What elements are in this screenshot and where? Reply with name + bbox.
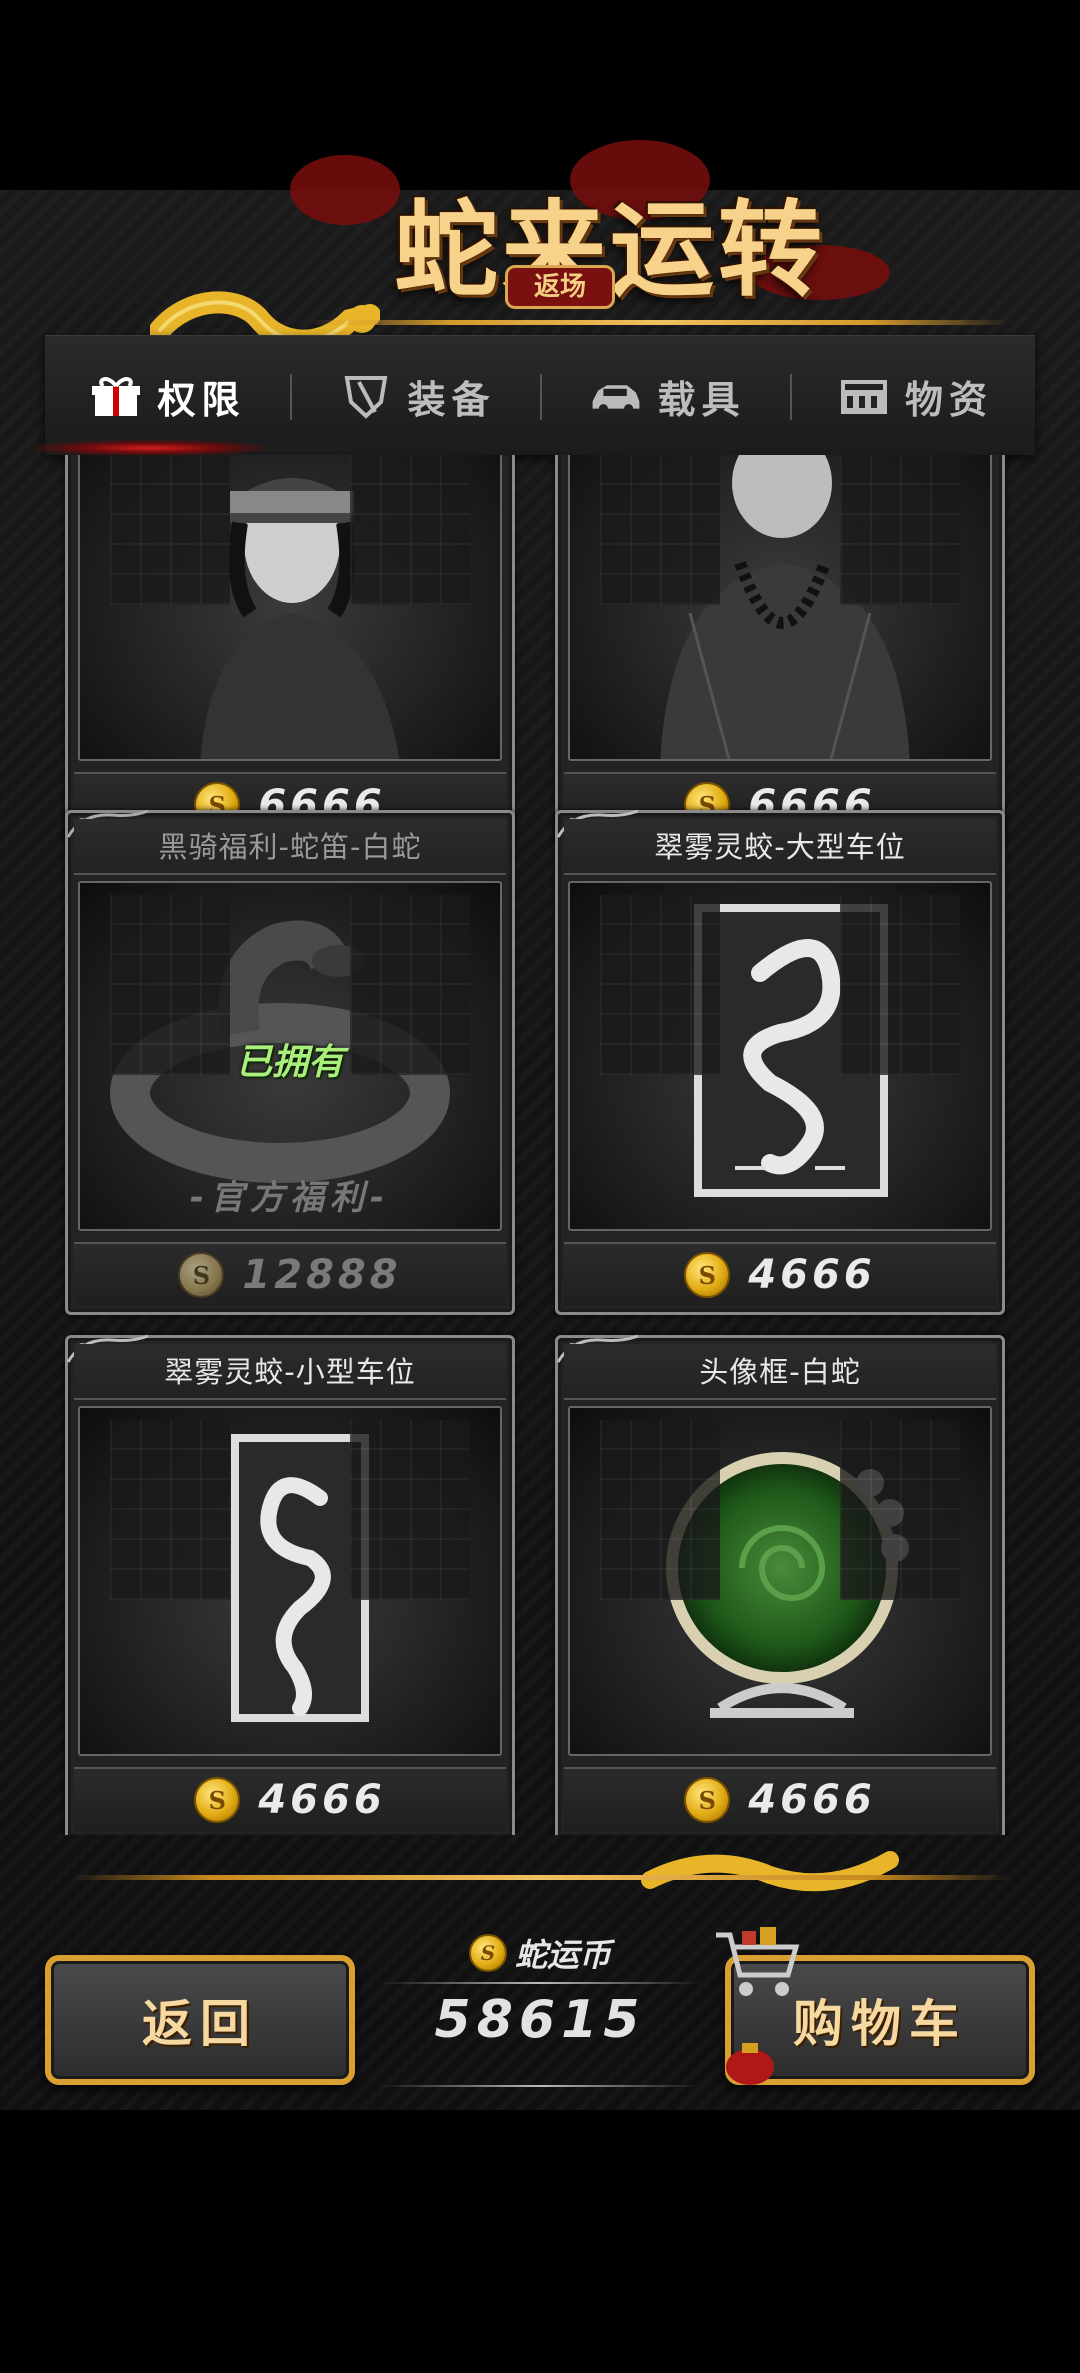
item-image-snake-card-small — [78, 1406, 502, 1756]
item-image-jade-frame — [568, 1406, 992, 1756]
item-image-coiled-snake: 已拥有 -官方福利- — [78, 881, 502, 1231]
coin-icon — [684, 1777, 731, 1823]
currency-label: 蛇运币 — [514, 1936, 611, 1974]
item-price: 4666 — [258, 1777, 386, 1823]
tab-divider — [790, 374, 792, 420]
title-seal: 返场 — [505, 265, 615, 309]
item-title: 黑骑福利-蛇笛-白蛇 — [74, 819, 506, 875]
item-card[interactable]: 翠雾灵蛟-小型车位 4666 — [65, 1334, 515, 1835]
tab-vehicles[interactable]: 载具 — [545, 336, 790, 456]
currency-amount: 58615 — [434, 1990, 646, 2050]
item-title: 翠雾灵蛟-大型车位 — [564, 819, 996, 875]
price-bar: 4666 — [564, 1767, 996, 1831]
lucky-bag-icon — [726, 2043, 774, 2085]
coin-icon — [194, 1777, 241, 1823]
coin-icon — [684, 1252, 731, 1298]
currency-label-row: 蛇运币 — [390, 1930, 690, 1976]
item-card[interactable]: 6666 — [65, 455, 515, 845]
coin-icon — [468, 1934, 507, 1972]
price-bar: 4666 — [564, 1242, 996, 1306]
item-image-monk-portrait — [568, 455, 992, 761]
title-divider — [310, 320, 1010, 325]
tab-divider — [290, 374, 292, 420]
active-tab-indicator — [30, 440, 270, 456]
gold-snake-icon — [641, 1851, 899, 1892]
item-price: 4666 — [748, 1777, 876, 1823]
price-bar: 4666 — [74, 1767, 506, 1831]
owned-label: 已拥有 — [235, 1042, 344, 1083]
item-card[interactable]: 黑骑福利-蛇笛-白蛇 已拥有 -官方福利- 12888 — [65, 809, 515, 1315]
item-card[interactable]: 头像框-白蛇 4666 — [555, 1334, 1005, 1835]
item-image-woman-portrait — [78, 455, 502, 761]
shop-screen: 蛇来运转 返场 权限 装备 载具 物资 S 6666 S 6666 黑骑福利-蛇… — [0, 0, 1080, 2373]
item-card[interactable]: 翠雾灵蛟-大型车位 4666 — [555, 809, 1005, 1315]
back-button[interactable]: 返回 — [45, 1955, 355, 2085]
currency-display: 蛇运币 58615 — [380, 1930, 700, 2090]
tab-label: 物资 — [904, 377, 993, 422]
item-image-snake-card-large — [568, 881, 992, 1231]
car-icon — [593, 385, 640, 414]
tab-label: 权限 — [157, 377, 246, 422]
cart-button-label: 购物车 — [793, 1995, 967, 2053]
footer-divider — [70, 1875, 1010, 1880]
item-grid[interactable]: 6666 6666 — [45, 455, 1035, 1835]
shield-icon — [345, 376, 388, 419]
currency-rule — [380, 2085, 700, 2087]
cabinet-icon — [840, 380, 887, 414]
tab-equipment[interactable]: 装备 — [295, 336, 540, 456]
tab-permissions[interactable]: 权限 — [45, 336, 290, 456]
official-benefit-label: -官方福利- — [189, 1178, 391, 1218]
gift-box-icon — [92, 377, 141, 416]
currency-rule — [380, 1982, 700, 1984]
price-bar: 12888 — [74, 1242, 506, 1306]
item-price: 12888 — [242, 1252, 402, 1298]
tab-label: 装备 — [407, 377, 496, 422]
shopping-cart-icon — [716, 1927, 800, 1996]
item-title: 翠雾灵蛟-小型车位 — [74, 1344, 506, 1400]
item-price: 4666 — [748, 1252, 876, 1298]
coin-icon — [178, 1252, 225, 1298]
tab-supplies[interactable]: 物资 — [795, 336, 1035, 456]
tab-bar: 权限 装备 载具 物资 — [45, 335, 1035, 455]
back-button-label: 返回 — [142, 1995, 258, 2053]
tab-divider — [540, 374, 542, 420]
tab-label: 载具 — [657, 377, 746, 422]
item-title: 头像框-白蛇 — [564, 1344, 996, 1400]
item-card[interactable]: 6666 — [555, 455, 1005, 845]
